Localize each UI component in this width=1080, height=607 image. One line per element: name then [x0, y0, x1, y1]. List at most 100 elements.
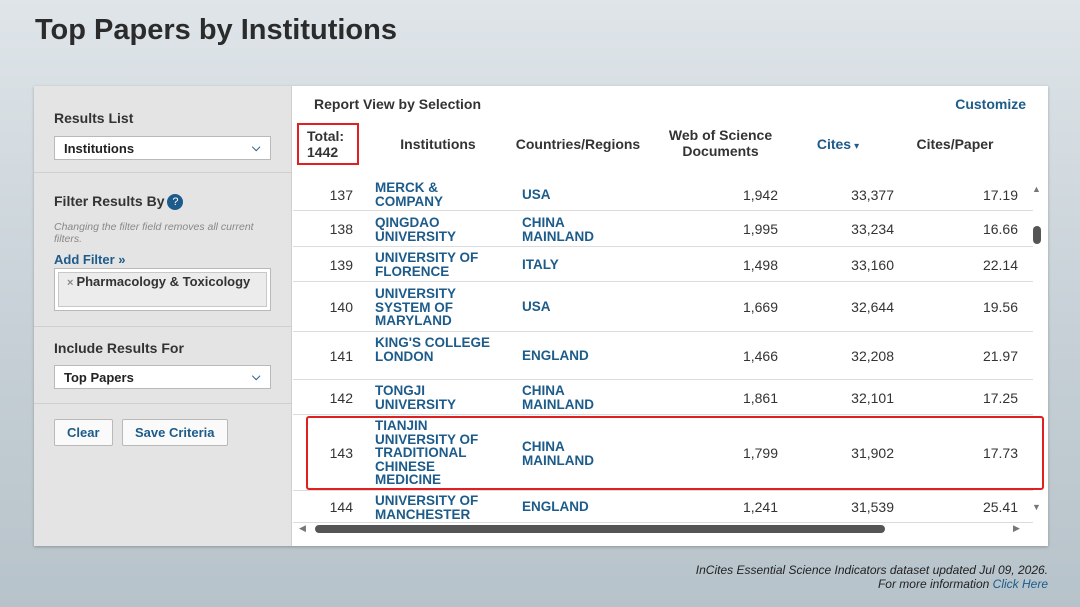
cites-cell: 31,539	[851, 499, 894, 515]
scroll-right-icon[interactable]: ▶	[1013, 523, 1020, 534]
rank-cell: 137	[329, 187, 353, 203]
header-institutions[interactable]: Institutions	[378, 136, 498, 152]
table-row: 138 QINGDAO UNIVERSITY CHINA MAINLAND 1,995…	[293, 211, 1033, 247]
cites-cell: 33,160	[851, 257, 894, 273]
vertical-scroll-thumb[interactable]	[1033, 226, 1041, 244]
country-link[interactable]: ENGLAND	[522, 500, 637, 514]
table-row: 139 UNIVERSITY OF FLORENCE ITALY 1,498 33,16…	[293, 247, 1033, 282]
dataset-updated-note: InCites Essential Science Indicators dat…	[695, 563, 1048, 577]
header-cites-paper[interactable]: Cites/Paper	[905, 136, 1005, 152]
include-results-title: Include Results For	[54, 340, 184, 356]
cites-cell: 31,902	[851, 445, 894, 461]
country-link[interactable]: CHINA MAINLAND	[522, 216, 637, 243]
more-info-text: For more information	[877, 577, 990, 591]
institution-link[interactable]: UNIVERSITY OF MANCHESTER	[375, 494, 500, 521]
total-count: Total: 1442	[297, 123, 359, 165]
filter-title-row: Filter Results By?	[54, 193, 184, 211]
horizontal-scroll-thumb[interactable]	[315, 525, 885, 533]
scroll-down-icon[interactable]: ▼	[1032, 502, 1041, 512]
wos-documents-cell: 1,942	[742, 187, 778, 203]
sidebar: Results List Institutions ⌵ Filter Resul…	[34, 86, 292, 546]
page-title: Top Papers by Institutions	[35, 14, 397, 46]
results-list-value: Institutions	[64, 141, 135, 156]
vertical-scrollbar[interactable]: ▲ ▼	[1030, 184, 1044, 514]
table-row: 143 TIANJIN UNIVERSITY OF TRADITIONAL CHI…	[293, 415, 1033, 491]
horizontal-scrollbar[interactable]: ◀ ▶	[293, 522, 1033, 536]
table-row: 141 KING'S COLLEGE LONDON ENGLAND 1,466 32,2…	[293, 332, 1033, 380]
report-area: Report View by Selection Customize Total…	[293, 86, 1048, 546]
institution-link[interactable]: MERCK & COMPANY	[375, 181, 500, 208]
rank-cell: 141	[329, 348, 353, 364]
footer: InCites Essential Science Indicators dat…	[696, 563, 1048, 591]
institution-link[interactable]: QINGDAO UNIVERSITY	[375, 216, 500, 243]
cites-cell: 32,644	[851, 299, 894, 315]
header-countries[interactable]: Countries/Regions	[508, 136, 648, 152]
rank-cell: 138	[329, 221, 353, 237]
chevron-down-icon: ⌵	[252, 371, 261, 383]
cites-paper-cell: 17.73	[982, 445, 1018, 461]
rank-cell: 142	[329, 390, 353, 406]
divider	[34, 172, 291, 173]
table-row: 140 UNIVERSITY SYSTEM OF MARYLAND USA 1,669…	[293, 282, 1033, 332]
filter-box: × Pharmacology & Toxicology	[54, 268, 271, 311]
divider	[34, 326, 291, 327]
table-row: 142 TONGJI UNIVERSITY CHINA MAINLAND 1,861 3…	[293, 380, 1033, 415]
wos-documents-cell: 1,498	[742, 257, 778, 273]
country-link[interactable]: CHINA MAINLAND	[522, 384, 637, 411]
add-filter-link[interactable]: Add Filter »	[54, 252, 126, 267]
institution-link[interactable]: KING'S COLLEGE LONDON	[375, 336, 500, 363]
header-wos-documents[interactable]: Web of Science Documents	[658, 127, 783, 159]
institution-link[interactable]: TIANJIN UNIVERSITY OF TRADITIONAL CHINES…	[375, 419, 500, 487]
cites-paper-cell: 17.25	[982, 390, 1018, 406]
total-value: 1442	[307, 144, 339, 160]
customize-link[interactable]: Customize	[955, 96, 1026, 112]
save-criteria-button[interactable]: Save Criteria	[122, 419, 228, 446]
results-list-title: Results List	[54, 110, 134, 126]
header-cites[interactable]: Cites ▾	[798, 136, 878, 155]
cites-paper-cell: 21.97	[982, 348, 1018, 364]
institution-link[interactable]: UNIVERSITY OF FLORENCE	[375, 251, 500, 278]
filter-note: Changing the filter field removes all cu…	[54, 221, 254, 245]
cites-paper-cell: 19.56	[982, 299, 1018, 315]
help-icon[interactable]: ?	[167, 193, 184, 210]
clear-button[interactable]: Clear	[54, 419, 113, 446]
table-row: 144 UNIVERSITY OF MANCHESTER ENGLAND 1,241 3…	[293, 491, 1033, 523]
cites-paper-cell: 25.41	[982, 499, 1018, 515]
include-results-value: Top Papers	[64, 370, 134, 385]
cites-paper-cell: 22.14	[982, 257, 1018, 273]
country-link[interactable]: ENGLAND	[522, 349, 637, 363]
institution-link[interactable]: TONGJI UNIVERSITY	[375, 384, 500, 411]
total-label: Total:	[307, 128, 345, 144]
rank-cell: 143	[329, 445, 353, 461]
cites-cell: 32,208	[851, 348, 894, 364]
wos-documents-cell: 1,466	[742, 348, 778, 364]
include-results-select[interactable]: Top Papers ⌵	[54, 365, 271, 389]
rank-cell: 139	[329, 257, 353, 273]
country-link[interactable]: USA	[522, 300, 637, 314]
filter-chip: × Pharmacology & Toxicology	[58, 272, 267, 307]
remove-filter-icon[interactable]: ×	[67, 277, 73, 289]
wos-documents-cell: 1,241	[742, 499, 778, 515]
filter-chip-label: Pharmacology & Toxicology	[76, 274, 251, 289]
header-cites-label: Cites	[816, 136, 852, 152]
divider	[34, 403, 291, 404]
cites-paper-cell: 16.66	[982, 221, 1018, 237]
wos-documents-cell: 1,669	[742, 299, 778, 315]
country-link[interactable]: ITALY	[522, 258, 637, 272]
country-link[interactable]: USA	[522, 188, 637, 202]
table-header: Total: 1442 Institutions Countries/Regio…	[293, 122, 1048, 167]
results-list-select[interactable]: Institutions ⌵	[54, 136, 271, 160]
filter-title: Filter Results By	[54, 193, 165, 209]
table-row: 137 MERCK & COMPANY USA 1,942 33,377 17.19	[293, 178, 1033, 211]
scroll-up-icon[interactable]: ▲	[1032, 184, 1041, 194]
sort-desc-icon: ▾	[854, 141, 860, 152]
institution-link[interactable]: UNIVERSITY SYSTEM OF MARYLAND	[375, 287, 500, 328]
cites-cell: 33,234	[851, 221, 894, 237]
scroll-left-icon[interactable]: ◀	[299, 523, 306, 534]
country-link[interactable]: CHINA MAINLAND	[522, 440, 637, 467]
click-here-link[interactable]: Click Here	[993, 577, 1048, 591]
cites-cell: 33,377	[851, 187, 894, 203]
rank-cell: 144	[329, 499, 353, 515]
more-info-line: For more information Click Here	[696, 577, 1048, 591]
chevron-down-icon: ⌵	[252, 142, 261, 154]
